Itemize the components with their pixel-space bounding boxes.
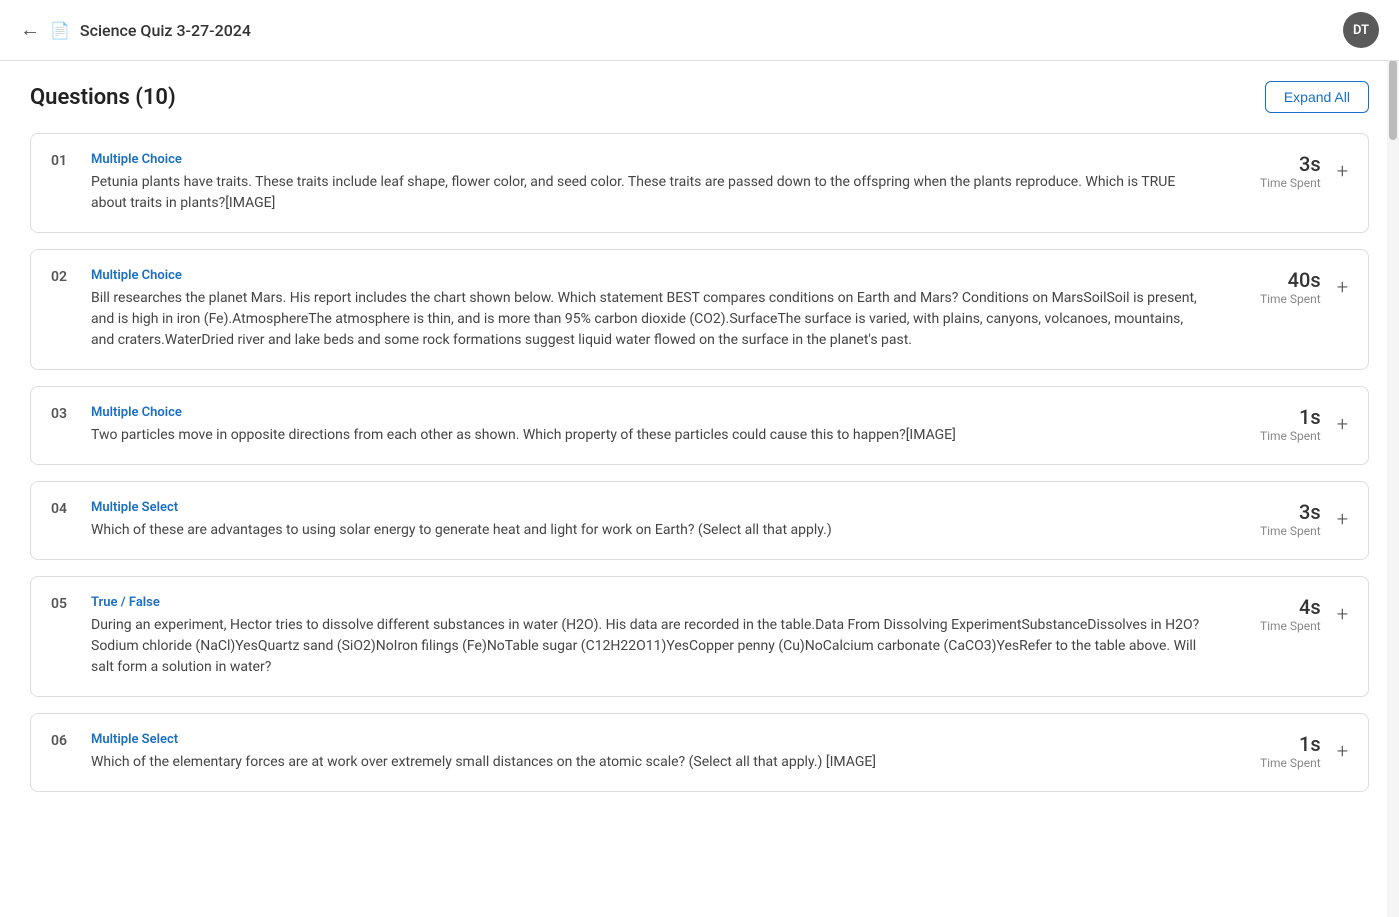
question-number: 02 — [51, 268, 91, 285]
main-content: Questions (10) Expand All 01 Multiple Ch… — [0, 61, 1399, 828]
expand-icon[interactable]: + — [1337, 604, 1348, 624]
expand-icon[interactable]: + — [1337, 414, 1348, 434]
expand-icon[interactable]: + — [1337, 509, 1348, 529]
question-right: 1s Time Spent + — [1228, 732, 1348, 770]
question-body: Multiple Select Which of the elementary … — [91, 732, 1228, 773]
avatar[interactable]: DT — [1343, 12, 1379, 48]
question-text: During an experiment, Hector tries to di… — [91, 615, 1208, 678]
time-label: Time Spent — [1260, 429, 1321, 443]
quiz-title: Science Quiz 3-27-2024 — [80, 21, 251, 40]
time-label: Time Spent — [1260, 756, 1321, 770]
back-button[interactable]: ← — [20, 19, 40, 42]
question-body: Multiple Select Which of these are advan… — [91, 500, 1228, 541]
time-value: 1s — [1260, 405, 1321, 429]
question-card: 05 True / False During an experiment, He… — [30, 576, 1369, 697]
header: ← 📄 Science Quiz 3-27-2024 DT — [0, 0, 1399, 61]
question-type: Multiple Select — [91, 732, 1208, 747]
question-body: Multiple Choice Petunia plants have trai… — [91, 152, 1228, 214]
questions-title: Questions (10) — [30, 85, 176, 110]
question-text: Two particles move in opposite direction… — [91, 425, 1208, 446]
question-text: Which of these are advantages to using s… — [91, 520, 1208, 541]
time-label: Time Spent — [1260, 524, 1321, 538]
question-right: 1s Time Spent + — [1228, 405, 1348, 443]
time-label: Time Spent — [1260, 619, 1321, 633]
time-info: 3s Time Spent — [1260, 152, 1321, 190]
question-type: Multiple Choice — [91, 268, 1208, 283]
questions-header: Questions (10) Expand All — [30, 81, 1369, 113]
question-text: Which of the elementary forces are at wo… — [91, 752, 1208, 773]
time-info: 4s Time Spent — [1260, 595, 1321, 633]
question-type: True / False — [91, 595, 1208, 610]
question-number: 03 — [51, 405, 91, 422]
scrollbar-track — [1387, 0, 1399, 917]
question-card: 02 Multiple Choice Bill researches the p… — [30, 249, 1369, 370]
question-number: 05 — [51, 595, 91, 612]
time-label: Time Spent — [1260, 176, 1321, 190]
question-number: 04 — [51, 500, 91, 517]
question-text: Bill researches the planet Mars. His rep… — [91, 288, 1208, 351]
question-right: 3s Time Spent + — [1228, 152, 1348, 190]
time-info: 3s Time Spent — [1260, 500, 1321, 538]
time-label: Time Spent — [1260, 292, 1321, 306]
question-body: Multiple Choice Two particles move in op… — [91, 405, 1228, 446]
header-left: ← 📄 Science Quiz 3-27-2024 — [20, 19, 251, 42]
time-value: 3s — [1260, 500, 1321, 524]
question-type: Multiple Choice — [91, 152, 1208, 167]
back-arrow-icon: ← — [20, 19, 40, 42]
time-value: 3s — [1260, 152, 1321, 176]
question-right: 4s Time Spent + — [1228, 595, 1348, 633]
time-info: 1s Time Spent — [1260, 732, 1321, 770]
scrollbar-thumb[interactable] — [1389, 60, 1397, 140]
expand-icon[interactable]: + — [1337, 741, 1348, 761]
expand-icon[interactable]: + — [1337, 277, 1348, 297]
question-body: True / False During an experiment, Hecto… — [91, 595, 1228, 678]
time-info: 40s Time Spent — [1260, 268, 1321, 306]
question-number: 01 — [51, 152, 91, 169]
document-icon: 📄 — [50, 21, 70, 40]
question-right: 3s Time Spent + — [1228, 500, 1348, 538]
question-right: 40s Time Spent + — [1228, 268, 1348, 306]
expand-all-button[interactable]: Expand All — [1265, 81, 1369, 113]
time-value: 40s — [1260, 268, 1321, 292]
expand-icon[interactable]: + — [1337, 161, 1348, 181]
question-text: Petunia plants have traits. These traits… — [91, 172, 1208, 214]
time-info: 1s Time Spent — [1260, 405, 1321, 443]
question-card: 04 Multiple Select Which of these are ad… — [30, 481, 1369, 560]
question-body: Multiple Choice Bill researches the plan… — [91, 268, 1228, 351]
question-card: 01 Multiple Choice Petunia plants have t… — [30, 133, 1369, 233]
question-type: Multiple Choice — [91, 405, 1208, 420]
time-value: 4s — [1260, 595, 1321, 619]
question-type: Multiple Select — [91, 500, 1208, 515]
question-card: 06 Multiple Select Which of the elementa… — [30, 713, 1369, 792]
question-card: 03 Multiple Choice Two particles move in… — [30, 386, 1369, 465]
question-number: 06 — [51, 732, 91, 749]
time-value: 1s — [1260, 732, 1321, 756]
questions-list: 01 Multiple Choice Petunia plants have t… — [30, 133, 1369, 792]
